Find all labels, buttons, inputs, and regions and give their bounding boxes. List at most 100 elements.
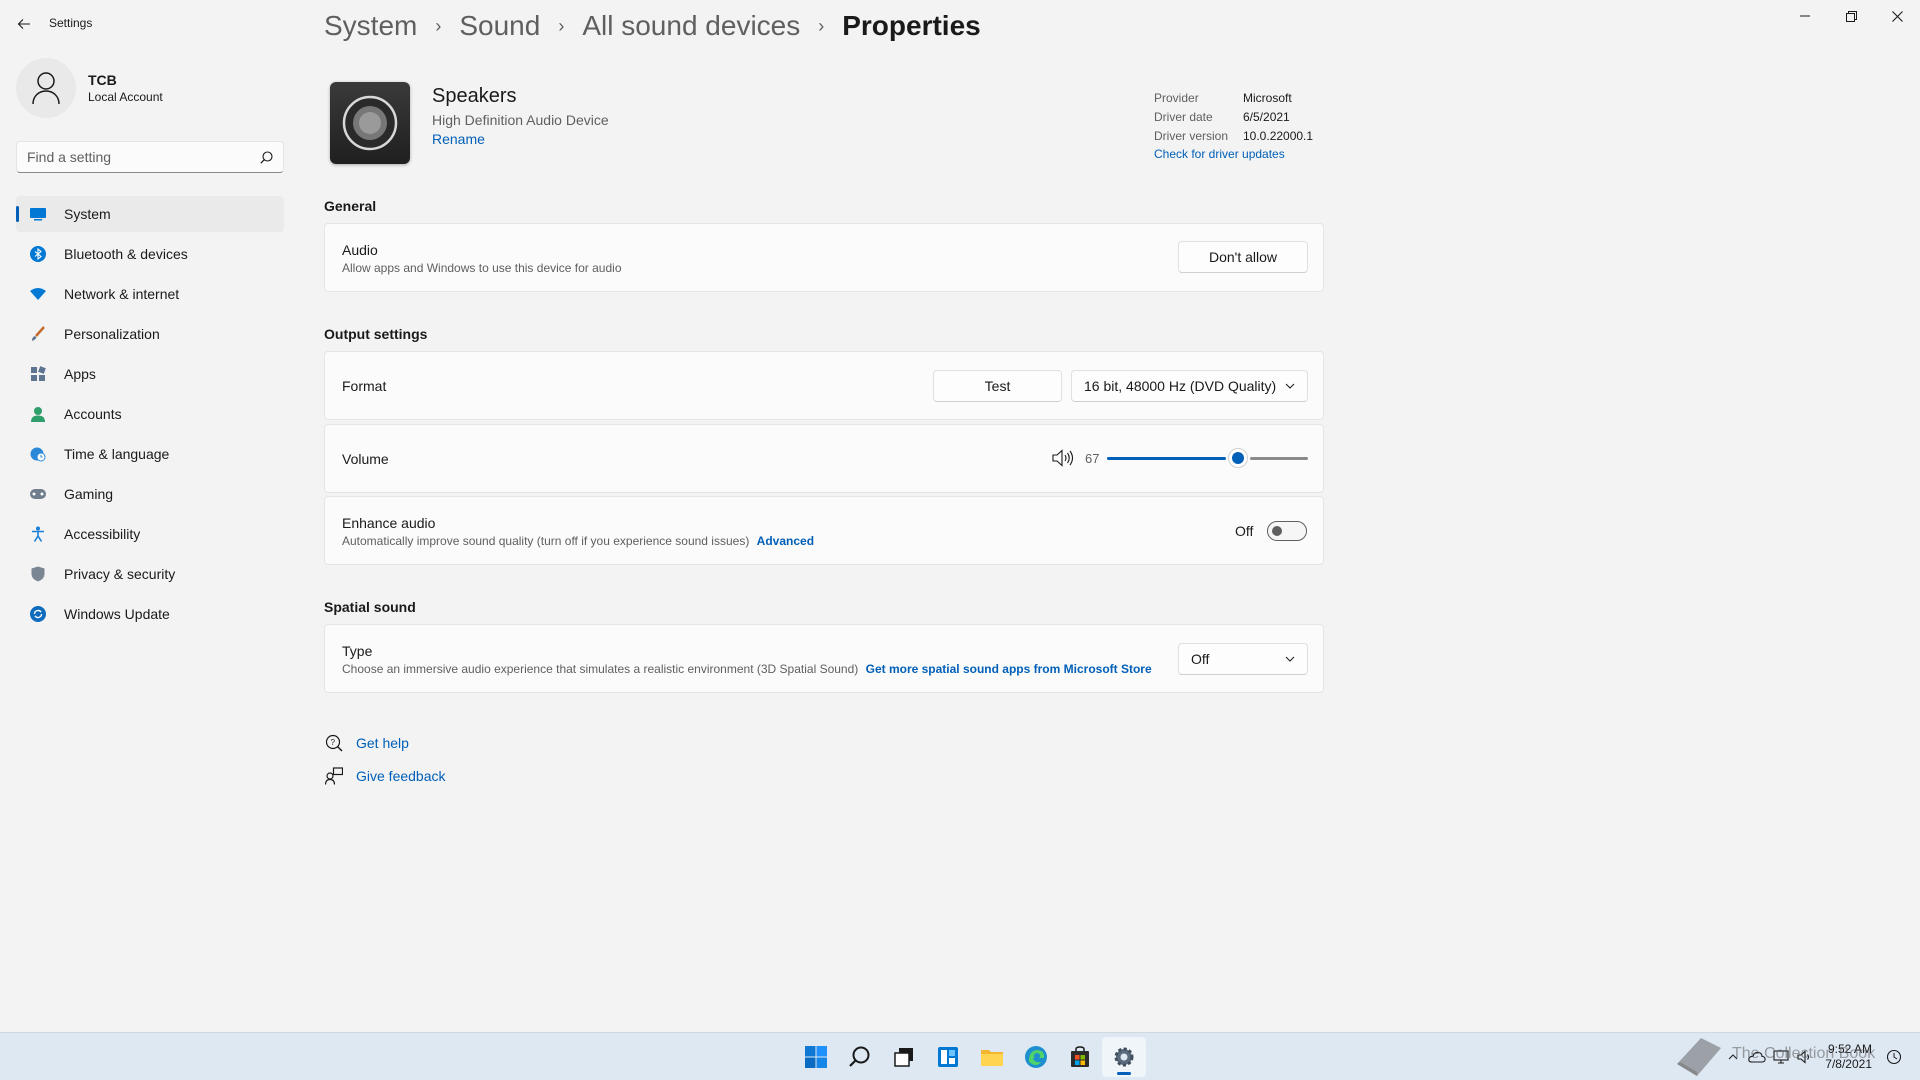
close-button[interactable] bbox=[1874, 0, 1920, 32]
sidebar-item-apps[interactable]: Apps bbox=[16, 356, 284, 392]
microsoft-store-link[interactable]: Get more spatial sound apps from Microso… bbox=[866, 662, 1152, 676]
start-button[interactable] bbox=[794, 1037, 838, 1077]
sidebar-nav: System Bluetooth & devices Network & int… bbox=[16, 196, 284, 636]
store-icon bbox=[1071, 1046, 1089, 1067]
sidebar-item-bluetooth-devices[interactable]: Bluetooth & devices bbox=[16, 236, 284, 272]
enhance-audio-toggle[interactable] bbox=[1267, 521, 1307, 541]
settings-taskbar-button[interactable] bbox=[1102, 1037, 1146, 1077]
enhance-audio-state: Off bbox=[1235, 523, 1254, 539]
volume-slider-track bbox=[1250, 457, 1308, 460]
breadcrumb-all-sound-devices[interactable]: All sound devices bbox=[582, 10, 800, 42]
check-driver-updates-link[interactable]: Check for driver updates bbox=[1154, 147, 1313, 161]
format-dropdown[interactable]: 16 bit, 48000 Hz (DVD Quality) bbox=[1071, 370, 1308, 402]
enhance-audio-description-row: Automatically improve sound quality (tur… bbox=[342, 534, 814, 548]
breadcrumb: System › Sound › All sound devices › Pro… bbox=[324, 10, 981, 42]
widgets-button[interactable] bbox=[926, 1037, 970, 1077]
task-view-button[interactable] bbox=[882, 1037, 926, 1077]
sidebar-item-label: Time & language bbox=[64, 446, 170, 462]
sidebar-item-label: Windows Update bbox=[64, 606, 170, 622]
volume-slider-thumb[interactable] bbox=[1228, 448, 1248, 468]
driver-version-label: Driver version bbox=[1154, 128, 1229, 143]
app-title: Settings bbox=[49, 16, 93, 30]
enhance-audio-card: Enhance audio Automatically improve soun… bbox=[324, 496, 1324, 565]
update-icon bbox=[28, 604, 48, 624]
section-title-output: Output settings bbox=[324, 326, 428, 342]
get-help-link[interactable]: Get help bbox=[356, 735, 409, 751]
volume-slider[interactable] bbox=[1107, 448, 1308, 468]
give-feedback-link[interactable]: Give feedback bbox=[356, 768, 446, 784]
search-input[interactable] bbox=[27, 149, 260, 165]
format-card: Format Test 16 bit, 48000 Hz (DVD Qualit… bbox=[324, 351, 1324, 420]
spatial-type-selected: Off bbox=[1191, 651, 1210, 667]
breadcrumb-system[interactable]: System bbox=[324, 10, 417, 42]
audio-card: Audio Allow apps and Windows to use this… bbox=[324, 223, 1324, 292]
driver-info: Provider Microsoft Driver date 6/5/2021 … bbox=[1154, 88, 1314, 162]
section-title-general: General bbox=[324, 198, 377, 214]
chevron-down-icon bbox=[1285, 656, 1295, 662]
back-arrow-icon bbox=[17, 19, 30, 29]
volume-speaker-icon[interactable] bbox=[1052, 449, 1074, 470]
rename-link[interactable]: Rename bbox=[432, 131, 485, 147]
taskbar-search-button[interactable] bbox=[838, 1037, 882, 1077]
format-title: Format bbox=[342, 378, 387, 394]
user-profile[interactable]: TCB Local Account bbox=[16, 58, 163, 118]
shield-icon bbox=[28, 564, 48, 584]
gamepad-icon bbox=[28, 484, 48, 504]
driver-version-value: 10.0.22000.1 bbox=[1243, 128, 1314, 143]
sidebar-item-privacy-security[interactable]: Privacy & security bbox=[16, 556, 284, 592]
sidebar-item-accounts[interactable]: Accounts bbox=[16, 396, 284, 432]
volume-card: Volume 67 bbox=[324, 424, 1324, 493]
file-explorer-icon bbox=[981, 1050, 1003, 1066]
focus-assist-icon[interactable] bbox=[1882, 1049, 1906, 1065]
restore-button[interactable] bbox=[1828, 0, 1874, 32]
audio-title: Audio bbox=[342, 242, 378, 258]
breadcrumb-sound[interactable]: Sound bbox=[459, 10, 540, 42]
enhance-audio-description: Automatically improve sound quality (tur… bbox=[342, 534, 750, 548]
sidebar-item-personalization[interactable]: Personalization bbox=[16, 316, 284, 352]
globe-clock-icon bbox=[28, 444, 48, 464]
driver-provider-value: Microsoft bbox=[1243, 90, 1292, 105]
volume-slider-fill bbox=[1107, 457, 1226, 460]
wifi-icon bbox=[28, 284, 48, 304]
spatial-type-description: Choose an immersive audio experience tha… bbox=[342, 662, 859, 676]
sidebar-item-system[interactable]: System bbox=[16, 196, 284, 232]
dont-allow-button[interactable]: Don't allow bbox=[1178, 241, 1308, 273]
driver-date-value: 6/5/2021 bbox=[1243, 109, 1290, 124]
profile-name: TCB bbox=[88, 72, 117, 88]
sidebar-item-label: Privacy & security bbox=[64, 566, 176, 582]
sidebar-item-label: System bbox=[64, 206, 111, 222]
edge-button[interactable] bbox=[1014, 1037, 1058, 1077]
enhance-audio-title: Enhance audio bbox=[342, 515, 436, 531]
brush-icon bbox=[28, 324, 48, 344]
restore-icon bbox=[1845, 10, 1857, 22]
help-chat-icon: ? bbox=[324, 734, 344, 752]
minimize-button[interactable] bbox=[1782, 0, 1828, 32]
page-title: Properties bbox=[842, 10, 981, 41]
accessibility-icon bbox=[28, 524, 48, 544]
sidebar-item-gaming[interactable]: Gaming bbox=[16, 476, 284, 512]
give-feedback-row[interactable]: Give feedback bbox=[324, 759, 446, 792]
sidebar-item-network-internet[interactable]: Network & internet bbox=[16, 276, 284, 312]
back-button[interactable] bbox=[10, 10, 38, 38]
watermark-logo bbox=[1668, 1032, 1728, 1080]
file-explorer-button[interactable] bbox=[970, 1037, 1014, 1077]
watermark-text: The Collection Book bbox=[1732, 1045, 1876, 1062]
start-icon bbox=[805, 1046, 827, 1068]
speaker-icon bbox=[342, 95, 398, 151]
sidebar-item-windows-update[interactable]: Windows Update bbox=[16, 596, 284, 632]
get-help-row[interactable]: ? Get help bbox=[324, 726, 446, 759]
sidebar-item-label: Personalization bbox=[64, 326, 160, 342]
driver-date-label: Driver date bbox=[1154, 109, 1213, 124]
store-button[interactable] bbox=[1058, 1037, 1102, 1077]
advanced-link[interactable]: Advanced bbox=[757, 534, 814, 548]
sidebar-item-time-language[interactable]: Time & language bbox=[16, 436, 284, 472]
audio-description: Allow apps and Windows to use this devic… bbox=[342, 261, 622, 275]
device-name: Speakers bbox=[432, 85, 517, 107]
window-controls bbox=[1782, 0, 1920, 32]
sidebar-item-label: Accessibility bbox=[64, 526, 141, 542]
spatial-type-dropdown[interactable]: Off bbox=[1178, 643, 1308, 675]
sidebar-item-accessibility[interactable]: Accessibility bbox=[16, 516, 284, 552]
profile-account-type: Local Account bbox=[88, 90, 163, 104]
driver-provider-label: Provider bbox=[1154, 90, 1199, 105]
test-button[interactable]: Test bbox=[933, 370, 1062, 402]
